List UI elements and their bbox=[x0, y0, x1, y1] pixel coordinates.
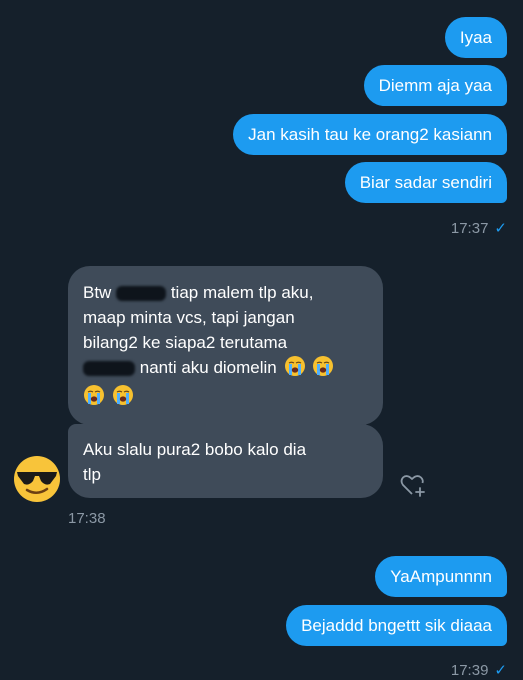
sent-check-icon: ✓ bbox=[494, 662, 507, 679]
outgoing-message-6[interactable]: Bejaddd bngettt sik diaaa bbox=[286, 605, 507, 646]
message-line: Aku slalu pura2 bobo kalo dia bbox=[83, 440, 307, 459]
crying-face-icon bbox=[312, 355, 334, 384]
message-line: Btw tiap malem tlp aku, bbox=[83, 283, 314, 302]
heart-plus-icon[interactable] bbox=[398, 470, 428, 500]
crying-face-icon bbox=[83, 384, 105, 413]
redacted-name bbox=[83, 361, 135, 377]
time-label: 17:38 bbox=[68, 510, 106, 527]
timestamp-sent: 17:37 ✓ bbox=[451, 220, 507, 238]
message-line: bilang2 ke siapa2 terutama bbox=[83, 333, 288, 352]
outgoing-message-3[interactable]: Jan kasih tau ke orang2 kasiann bbox=[233, 114, 507, 155]
time-label: 17:39 bbox=[450, 662, 489, 679]
message-text: Bejaddd bngettt sik diaaa bbox=[301, 616, 492, 635]
outgoing-message-2[interactable]: Diemm aja yaa bbox=[363, 65, 507, 106]
time-label: 17:37 bbox=[450, 220, 489, 237]
outgoing-message-5[interactable]: YaAmpunnnn bbox=[375, 556, 507, 597]
crying-face-icon bbox=[112, 384, 134, 413]
message-text: YaAmpunnnn bbox=[390, 567, 492, 586]
incoming-message-2[interactable]: Aku slalu pura2 bobo kalo dia tlp bbox=[68, 424, 383, 498]
message-text: Biar sadar sendiri bbox=[359, 173, 492, 192]
sunglasses-emoji-avatar-icon[interactable] bbox=[12, 454, 62, 504]
message-text: Jan kasih tau ke orang2 kasiann bbox=[248, 125, 492, 144]
sent-check-icon: ✓ bbox=[494, 220, 507, 237]
message-line bbox=[83, 384, 368, 413]
incoming-message-1[interactable]: Btw tiap malem tlp aku, maap minta vcs, … bbox=[68, 266, 383, 425]
message-text: Iyaa bbox=[459, 28, 492, 47]
crying-face-icon bbox=[284, 355, 306, 384]
redacted-name bbox=[116, 286, 167, 302]
message-text: Diemm aja yaa bbox=[378, 76, 492, 95]
message-line: maap minta vcs, tapi jangan bbox=[83, 308, 295, 327]
timestamp-received: 17:38 bbox=[68, 510, 106, 528]
message-line: tlp bbox=[83, 465, 101, 484]
message-line: nanti aku diomelin bbox=[83, 355, 368, 384]
outgoing-message-1[interactable]: Iyaa bbox=[444, 17, 507, 58]
timestamp-sent-2: 17:39 ✓ bbox=[451, 662, 507, 680]
outgoing-message-4[interactable]: Biar sadar sendiri bbox=[344, 162, 507, 203]
